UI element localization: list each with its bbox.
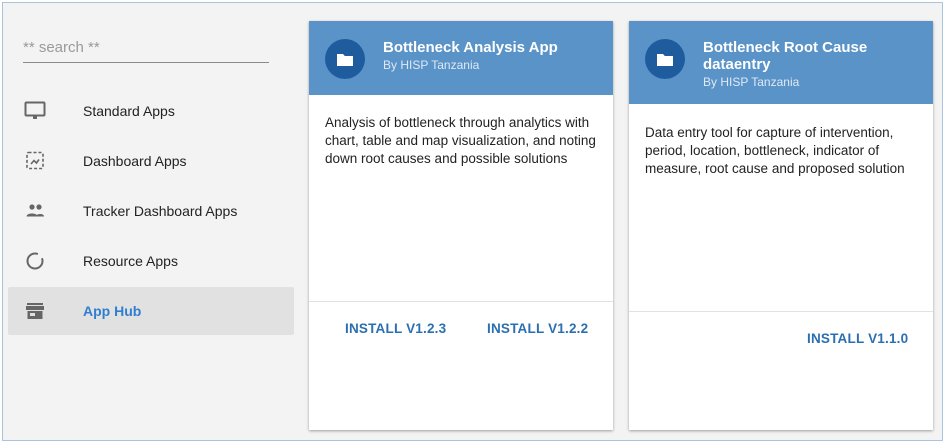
sidebar-item-label: Resource Apps — [83, 253, 178, 269]
sidebar-item-dashboard-apps[interactable]: Dashboard Apps — [8, 137, 294, 185]
folder-icon — [657, 53, 673, 66]
card-description: Analysis of bottleneck through analytics… — [325, 115, 596, 166]
sidebar-item-label: App Hub — [83, 303, 142, 319]
install-v1-1-0-button[interactable]: INSTALL V1.1.0 — [807, 331, 908, 346]
folder-icon — [337, 53, 353, 66]
donut-icon — [26, 252, 44, 270]
sidebar-item-label: Dashboard Apps — [83, 153, 187, 169]
card-divider — [629, 311, 933, 312]
sidebar-item-standard-apps[interactable]: Standard Apps — [8, 87, 294, 135]
card-title-line1: Bottleneck Root Cause — [703, 39, 868, 56]
app-card: Bottleneck Analysis App By HISP Tanzania… — [309, 21, 613, 430]
dashboard-icon — [26, 151, 44, 170]
sidebar-item-app-hub[interactable]: App Hub — [8, 287, 294, 335]
card-title: Bottleneck Analysis App — [383, 39, 558, 56]
search-input[interactable] — [23, 33, 269, 61]
card-divider — [309, 301, 613, 302]
sidebar: Standard Apps Dashboard Apps Tracker Das… — [3, 3, 299, 440]
people-icon — [26, 204, 44, 217]
install-v1-2-3-button[interactable]: INSTALL V1.2.3 — [345, 321, 446, 336]
sidebar-item-label: Tracker Dashboard Apps — [83, 203, 238, 219]
card-title-line2: dataentry — [703, 56, 771, 73]
card-header: Bottleneck Root Cause dataentry By HISP … — [629, 21, 933, 104]
folder-avatar — [645, 39, 685, 79]
card-header: Bottleneck Analysis App By HISP Tanzania — [309, 21, 613, 95]
app-window: Standard Apps Dashboard Apps Tracker Das… — [2, 2, 943, 441]
store-icon — [26, 303, 44, 319]
sidebar-item-tracker-dashboard-apps[interactable]: Tracker Dashboard Apps — [8, 187, 294, 235]
install-v1-2-2-button[interactable]: INSTALL V1.2.2 — [487, 321, 588, 336]
sidebar-item-label: Standard Apps — [83, 103, 175, 119]
folder-avatar — [325, 39, 365, 79]
card-description: Data entry tool for capture of intervent… — [645, 125, 905, 176]
card-author: By HISP Tanzania — [383, 58, 480, 72]
search-field — [23, 33, 269, 63]
sidebar-item-resource-apps[interactable]: Resource Apps — [8, 237, 294, 285]
monitor-icon — [24, 101, 46, 119]
app-card: Bottleneck Root Cause dataentry By HISP … — [629, 21, 933, 430]
card-author: By HISP Tanzania — [703, 75, 800, 89]
